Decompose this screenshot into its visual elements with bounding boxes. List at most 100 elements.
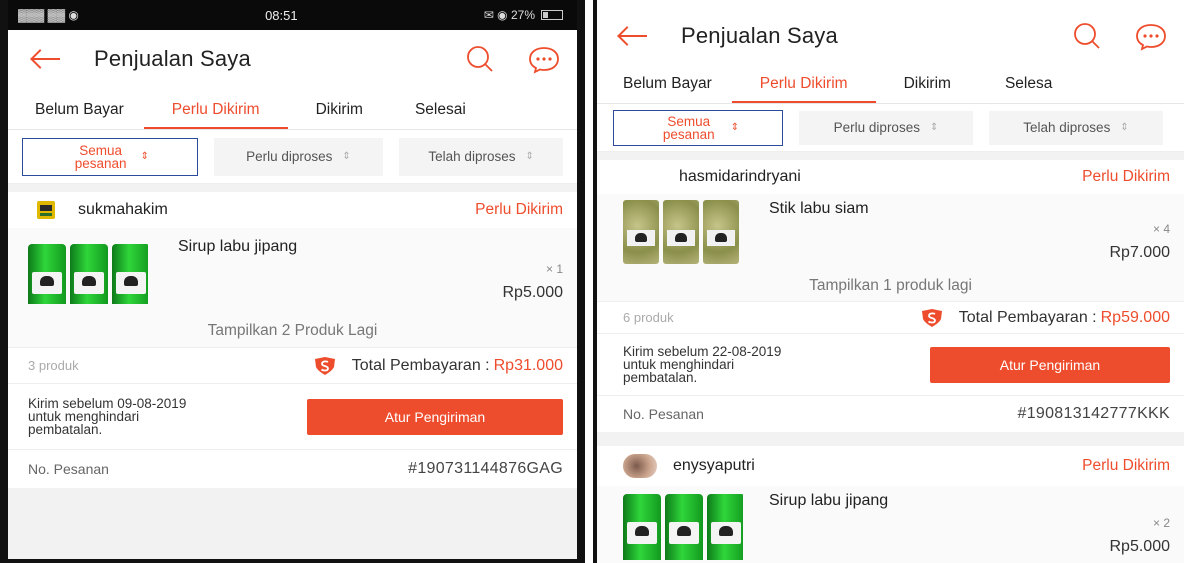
total-amount: Rp31.000 [493, 356, 563, 374]
screen-left: ▓▓▓ ▓▓ ◉ 08:51 ✉ ◉ 27% Penjualan Saya Be… [0, 0, 585, 563]
product-image [28, 238, 148, 304]
back-arrow-icon[interactable] [30, 49, 62, 69]
filter-perlu-diproses[interactable]: Perlu diproses ⇕ [799, 110, 973, 145]
shop-avatar [623, 454, 657, 478]
status-time: 08:51 [265, 7, 298, 23]
status-right: ✉ ◉ 27% [484, 8, 563, 22]
product-info: Sirup labu jipang × 1 Rp5.000 [148, 232, 563, 314]
search-icon[interactable] [463, 42, 497, 76]
deadline-line: pembatalan. [28, 422, 103, 437]
order-number-label: No. Pesanan [623, 406, 704, 422]
product-row[interactable]: Stik labu siam × 4 Rp7.000 [597, 194, 1184, 270]
product-row[interactable]: Sirup labu jipang × 1 Rp5.000 [8, 228, 577, 314]
order-status: Perlu Dikirim [475, 201, 563, 218]
order-number-label: No. Pesanan [28, 461, 109, 477]
search-icon[interactable] [1070, 19, 1104, 53]
sort-arrows-icon: ⇕ [929, 122, 939, 133]
product-count: 3 produk [28, 358, 79, 373]
chat-icon[interactable] [527, 42, 561, 76]
filter-label: Semua pesanan [662, 113, 715, 142]
tab-dikirim[interactable]: Dikirim [316, 101, 363, 129]
product-price: Rp5.000 [1109, 538, 1171, 555]
header: Penjualan Saya [597, 0, 1184, 72]
shop-row: enysyaputri Perlu Dikirim [597, 446, 1184, 486]
screen-right: Penjualan Saya Belum Bayar Perlu Dikirim… [593, 0, 1184, 563]
filter-label: Telah diproses [1023, 120, 1111, 135]
product-qty: × 4 [1152, 222, 1170, 236]
shop-logo-icon [36, 200, 56, 220]
sort-arrows-icon: ⇕ [140, 151, 149, 162]
sort-arrows-icon: ⇕ [730, 122, 740, 133]
filter-semua-pesanan[interactable]: Semua pesanan ⇕ [22, 137, 198, 176]
product-price: Rp5.000 [502, 284, 564, 301]
product-row[interactable]: Sirup labu jipang × 2 Rp5.000 [597, 486, 1184, 563]
total-label: Total Pembayaran : [958, 308, 1097, 326]
back-arrow-icon[interactable] [617, 26, 649, 46]
deadline-line: pembatalan. [623, 370, 698, 385]
show-more-products[interactable]: Tampilkan 2 Produk Lagi [8, 314, 577, 348]
order-status: Perlu Dikirim [1082, 168, 1170, 185]
product-info: Stik labu siam × 4 Rp7.000 [743, 198, 1170, 270]
page-title: Penjualan Saya [681, 23, 838, 48]
total-amount: Rp59.000 [1100, 308, 1170, 326]
page-title: Penjualan Saya [94, 46, 251, 71]
show-more-products[interactable]: Tampilkan 1 produk lagi [597, 270, 1184, 302]
total-label: Total Pembayaran : [351, 356, 490, 374]
shipping-row: Kirim sebelum 09-08-2019 untuk menghinda… [8, 384, 577, 450]
arrange-shipping-button[interactable]: Atur Pengiriman [930, 346, 1170, 383]
filter-bar: Semua pesanan ⇕ Perlu diproses ⇕ Telah d… [8, 130, 577, 184]
total-row: 3 produk Total Pembayaran : Rp31.000 [8, 348, 577, 384]
filter-label: Telah diproses [428, 149, 516, 164]
shield-icon [314, 356, 335, 375]
filter-telah-diproses[interactable]: Telah diproses ⇕ [399, 137, 563, 176]
order-number-row: No. Pesanan #190731144876GAG [8, 450, 577, 488]
tab-dikirim[interactable]: Dikirim [904, 75, 951, 103]
shop-name: sukmahakim [78, 201, 168, 218]
chat-icon[interactable] [1134, 19, 1168, 53]
product-qty: × 2 [1152, 516, 1170, 530]
order-number-row: No. Pesanan #190813142777KKK [597, 396, 1184, 432]
ship-deadline: Kirim sebelum 09-08-2019 untuk menghinda… [28, 397, 307, 437]
filter-semua-pesanan[interactable]: Semua pesanan ⇕ [613, 109, 783, 146]
shop-name: hasmidarindryani [679, 168, 801, 185]
order-card[interactable]: sukmahakim Perlu Dikirim Sirup labu jipa… [8, 192, 577, 488]
product-name: Sirup labu jipang [769, 492, 889, 509]
shipping-row: Kirim sebelum 22-08-2019 untuk menghinda… [597, 334, 1184, 396]
ship-deadline: Kirim sebelum 22-08-2019 untuk menghinda… [623, 345, 930, 385]
arrange-shipping-button[interactable]: Atur Pengiriman [307, 398, 563, 435]
shop-row: hasmidarindryani Perlu Dikirim [597, 160, 1184, 194]
tab-selesai[interactable]: Selesa [1005, 75, 1052, 103]
product-price: Rp7.000 [1109, 244, 1171, 261]
order-card[interactable]: enysyaputri Perlu Dikirim Sirup labu jip… [597, 446, 1184, 563]
product-image [623, 200, 743, 264]
tab-bar: Belum Bayar Perlu Dikirim Dikirim Selesa… [8, 88, 577, 130]
order-number: #190813142777KKK [1017, 405, 1170, 422]
filter-perlu-diproses[interactable]: Perlu diproses ⇕ [213, 137, 384, 176]
filter-telah-diproses[interactable]: Telah diproses ⇕ [989, 110, 1163, 145]
battery-icon [541, 10, 563, 20]
filter-label: Semua pesanan [74, 142, 127, 171]
sort-arrows-icon: ⇕ [342, 151, 351, 162]
order-card[interactable]: hasmidarindryani Perlu Dikirim Stik labu… [597, 160, 1184, 432]
tab-perlu-dikirim[interactable]: Perlu Dikirim [143, 101, 288, 129]
product-name: Stik labu siam [769, 200, 869, 217]
product-name: Sirup labu jipang [178, 238, 298, 255]
filter-label: Perlu diproses [246, 149, 333, 164]
shield-icon [921, 308, 942, 327]
tab-perlu-dikirim[interactable]: Perlu Dikirim [731, 75, 876, 103]
tab-belum-bayar[interactable]: Belum Bayar [35, 101, 124, 129]
product-count: 6 produk [623, 310, 674, 325]
tab-bar: Belum Bayar Perlu Dikirim Dikirim Selesa [597, 72, 1184, 104]
order-number: #190731144876GAG [408, 460, 563, 477]
tab-belum-bayar[interactable]: Belum Bayar [623, 75, 712, 103]
signal-wifi-indicators: ▓▓▓ ▓▓ ◉ [18, 8, 79, 22]
order-status: Perlu Dikirim [1082, 457, 1170, 474]
sort-arrows-icon: ⇕ [525, 151, 534, 162]
status-battery-text: ✉ ◉ 27% [483, 8, 535, 22]
status-bar: ▓▓▓ ▓▓ ◉ 08:51 ✉ ◉ 27% [8, 0, 577, 30]
tab-selesai[interactable]: Selesai [415, 101, 466, 129]
shop-row: sukmahakim Perlu Dikirim [8, 192, 577, 228]
product-image [623, 490, 743, 560]
product-info: Sirup labu jipang × 2 Rp5.000 [743, 490, 1170, 563]
filter-label: Perlu diproses [833, 120, 920, 135]
